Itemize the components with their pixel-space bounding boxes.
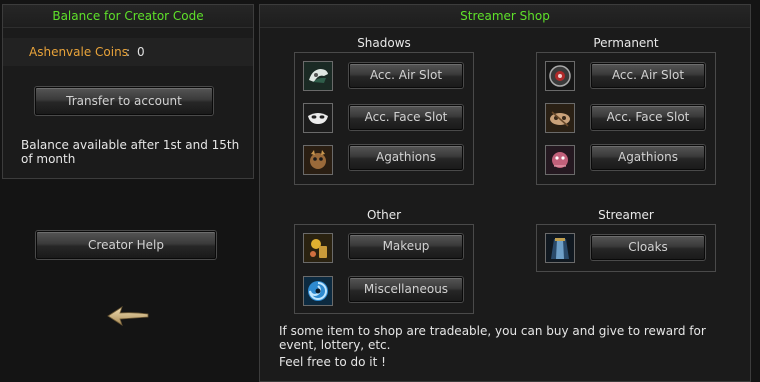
shadows-face-slot-icon — [303, 103, 333, 133]
shadows-agathion-icon — [303, 145, 333, 175]
coins-value: 0 — [137, 45, 145, 59]
shadows-agathion-button[interactable]: Agathions — [349, 145, 463, 170]
shadows-air-slot-icon — [303, 61, 333, 91]
miscellaneous-button[interactable]: Miscellaneous — [349, 277, 463, 302]
shop-info-text-2: Feel free to do it ! — [279, 355, 386, 369]
permanent-air-slot-button[interactable]: Acc. Air Slot — [591, 63, 705, 88]
balance-note: Balance available after 1st and 15th of … — [21, 138, 240, 166]
streamer-title: Streamer — [598, 208, 654, 222]
streamer-shop-title: Streamer Shop — [260, 5, 750, 28]
permanent-agathion-button[interactable]: Agathions — [591, 145, 705, 170]
permanent-air-slot-icon — [545, 61, 575, 91]
shadows-air-slot-button[interactable]: Acc. Air Slot — [349, 63, 463, 88]
coins-separator: : — [126, 45, 131, 59]
miscellaneous-icon — [303, 276, 333, 306]
permanent-agathion-icon — [545, 145, 575, 175]
shadows-title: Shadows — [357, 36, 411, 50]
permanent-face-slot-button[interactable]: Acc. Face Slot — [591, 105, 705, 130]
shop-info-text: If some item to shop are tradeable, you … — [279, 324, 706, 352]
creator-help-button[interactable]: Creator Help — [36, 231, 216, 259]
cloaks-button[interactable]: Cloaks — [591, 235, 705, 260]
creator-balance-panel: Balance for Creator Code Ashenvale Coins… — [2, 4, 254, 179]
permanent-face-slot-icon — [545, 103, 575, 133]
makeup-icon — [303, 233, 333, 263]
transfer-button[interactable]: Transfer to account — [35, 87, 213, 115]
coins-row: Ashenvale Coins : 0 — [3, 38, 253, 66]
other-title: Other — [366, 208, 402, 222]
creator-balance-title: Balance for Creator Code — [3, 5, 253, 28]
cloak-icon — [545, 233, 575, 263]
shadows-face-slot-button[interactable]: Acc. Face Slot — [349, 105, 463, 130]
makeup-button[interactable]: Makeup — [349, 234, 463, 259]
back-arrow-button[interactable] — [104, 302, 152, 328]
back-arrow-icon — [107, 306, 149, 326]
coins-label: Ashenvale Coins — [29, 45, 128, 59]
permanent-title: Permanent — [593, 36, 659, 50]
